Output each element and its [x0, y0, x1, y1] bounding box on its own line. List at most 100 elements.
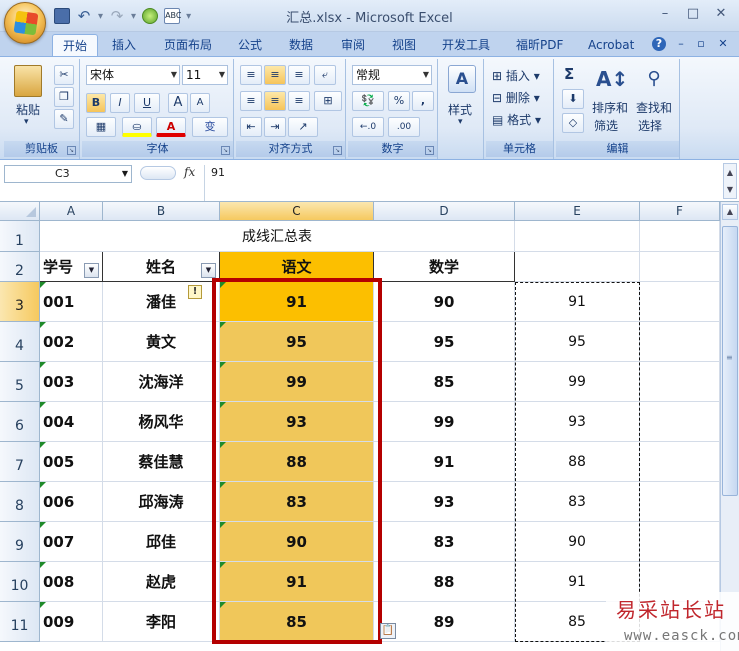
- tab-view[interactable]: 视图: [382, 34, 426, 56]
- align-middle-icon[interactable]: ≡: [264, 65, 286, 85]
- row-header-3[interactable]: 3: [0, 282, 40, 322]
- align-left-icon[interactable]: ≡: [240, 91, 262, 111]
- delete-cells-button[interactable]: ⊟ 删除 ▾: [492, 89, 540, 106]
- error-warning-icon[interactable]: !: [188, 285, 202, 299]
- cell-copy[interactable]: 83: [515, 482, 640, 522]
- italic-button[interactable]: I: [110, 93, 130, 113]
- number-format-select[interactable]: 常规 ▼: [352, 65, 432, 85]
- close-button[interactable]: ✕: [709, 4, 733, 24]
- cell-chinese[interactable]: 83: [220, 482, 374, 522]
- cell-name[interactable]: 黄文: [103, 322, 220, 362]
- tab-page-layout[interactable]: 页面布局: [154, 34, 222, 56]
- tab-data[interactable]: 数据: [279, 34, 323, 56]
- cell-copy[interactable]: 88: [515, 442, 640, 482]
- format-cells-button[interactable]: ▤ 格式 ▾: [492, 111, 541, 128]
- maximize-button[interactable]: □: [681, 4, 705, 24]
- column-header-a[interactable]: A: [40, 202, 103, 221]
- name-box[interactable]: C3 ▼: [4, 165, 132, 183]
- fill-color-button[interactable]: ⛀: [122, 117, 152, 137]
- ribbon-close-icon[interactable]: ✕: [716, 37, 730, 51]
- cell-chinese[interactable]: 88: [220, 442, 374, 482]
- row-header-10[interactable]: 10: [0, 562, 40, 602]
- cell-f[interactable]: [640, 322, 720, 362]
- cell-f1[interactable]: [640, 221, 720, 252]
- format-painter-icon[interactable]: ✎: [54, 109, 74, 129]
- borders-button[interactable]: ▦: [86, 117, 116, 137]
- font-size-select[interactable]: 11 ▼: [182, 65, 228, 85]
- comma-style-button[interactable]: ,: [412, 91, 434, 111]
- cell-id[interactable]: 007: [40, 522, 103, 562]
- title-cell[interactable]: 成线汇总表: [40, 221, 515, 252]
- cell-chinese[interactable]: 99: [220, 362, 374, 402]
- header-cell-math[interactable]: 数学: [374, 252, 515, 282]
- cell-name[interactable]: 李阳: [103, 602, 220, 642]
- column-header-f[interactable]: F: [640, 202, 720, 221]
- cell-f[interactable]: [640, 482, 720, 522]
- cut-icon[interactable]: ✂: [54, 65, 74, 85]
- cell-id[interactable]: 008: [40, 562, 103, 602]
- align-right-icon[interactable]: ≡: [288, 91, 310, 111]
- cell-f[interactable]: [640, 362, 720, 402]
- cell-math[interactable]: 99: [374, 402, 515, 442]
- filter-dropdown-icon[interactable]: ▼: [84, 263, 99, 278]
- cell-f[interactable]: [640, 522, 720, 562]
- insert-function-button[interactable]: fx: [184, 165, 195, 179]
- row-header-5[interactable]: 5: [0, 362, 40, 402]
- cell-copy[interactable]: 90: [515, 522, 640, 562]
- decrease-decimal-button[interactable]: .00: [388, 117, 420, 137]
- cell-chinese[interactable]: 91: [220, 282, 374, 322]
- cell-name[interactable]: 潘佳: [103, 282, 220, 322]
- header-cell-id[interactable]: 学号 ▼: [40, 252, 103, 282]
- cell-name[interactable]: 邱佳: [103, 522, 220, 562]
- header-cell-name[interactable]: 姓名 ▼: [103, 252, 220, 282]
- row-header-8[interactable]: 8: [0, 482, 40, 522]
- insert-cells-button[interactable]: ⊞ 插入 ▾: [492, 67, 540, 84]
- cell-chinese[interactable]: 90: [220, 522, 374, 562]
- row-header-9[interactable]: 9: [0, 522, 40, 562]
- cell-f[interactable]: [640, 282, 720, 322]
- column-header-e[interactable]: E: [515, 202, 640, 221]
- cell-id[interactable]: 002: [40, 322, 103, 362]
- shrink-font-button[interactable]: A: [190, 93, 210, 113]
- increase-decimal-button[interactable]: ←.0: [352, 117, 384, 137]
- cell-copy[interactable]: 99: [515, 362, 640, 402]
- cell-chinese[interactable]: 91: [220, 562, 374, 602]
- font-name-select[interactable]: 宋体 ▼: [86, 65, 180, 85]
- tab-formulas[interactable]: 公式: [228, 34, 272, 56]
- cell-id[interactable]: 006: [40, 482, 103, 522]
- help-icon[interactable]: ?: [652, 37, 666, 51]
- alignment-launcher-icon[interactable]: ↘: [333, 146, 342, 155]
- find-select-label[interactable]: 查找和: [636, 99, 672, 116]
- vertical-scrollbar[interactable]: ▲ ≡: [720, 202, 739, 651]
- styles-dropdown-icon[interactable]: ▾: [458, 117, 463, 127]
- increase-indent-icon[interactable]: ⇥: [264, 117, 286, 137]
- clipboard-launcher-icon[interactable]: ↘: [67, 146, 76, 155]
- paste-button[interactable]: 粘贴: [16, 101, 40, 118]
- scroll-thumb[interactable]: ≡: [722, 226, 738, 496]
- sort-filter-label-2[interactable]: 筛选: [594, 117, 618, 134]
- tab-acrobat[interactable]: Acrobat: [578, 34, 644, 56]
- cell-math[interactable]: 95: [374, 322, 515, 362]
- header-cell-chinese[interactable]: 语文: [220, 252, 374, 282]
- bold-button[interactable]: B: [86, 93, 106, 113]
- column-header-d[interactable]: D: [374, 202, 515, 221]
- formula-bar-expand-icon[interactable]: ▲ ▼: [723, 163, 737, 199]
- cell-f2[interactable]: [640, 252, 720, 282]
- paste-icon[interactable]: [14, 65, 42, 97]
- cell-name[interactable]: 赵虎: [103, 562, 220, 602]
- select-all-button[interactable]: [0, 202, 40, 221]
- cell-id[interactable]: 003: [40, 362, 103, 402]
- sort-filter-label[interactable]: 排序和: [592, 99, 628, 116]
- percent-style-button[interactable]: %: [388, 91, 410, 111]
- find-select-label-2[interactable]: 选择: [638, 117, 662, 134]
- tab-developer[interactable]: 开发工具: [432, 34, 500, 56]
- accounting-format-icon[interactable]: 💱: [352, 91, 384, 111]
- orientation-icon[interactable]: ↗: [288, 117, 318, 137]
- tab-review[interactable]: 审阅: [331, 34, 375, 56]
- paste-dropdown-icon[interactable]: ▾: [24, 117, 29, 127]
- cell-copy[interactable]: 93: [515, 402, 640, 442]
- clear-icon[interactable]: ◇: [562, 113, 584, 133]
- grow-font-button[interactable]: A: [168, 93, 188, 113]
- cell-math[interactable]: 83: [374, 522, 515, 562]
- cell-copy[interactable]: 91: [515, 282, 640, 322]
